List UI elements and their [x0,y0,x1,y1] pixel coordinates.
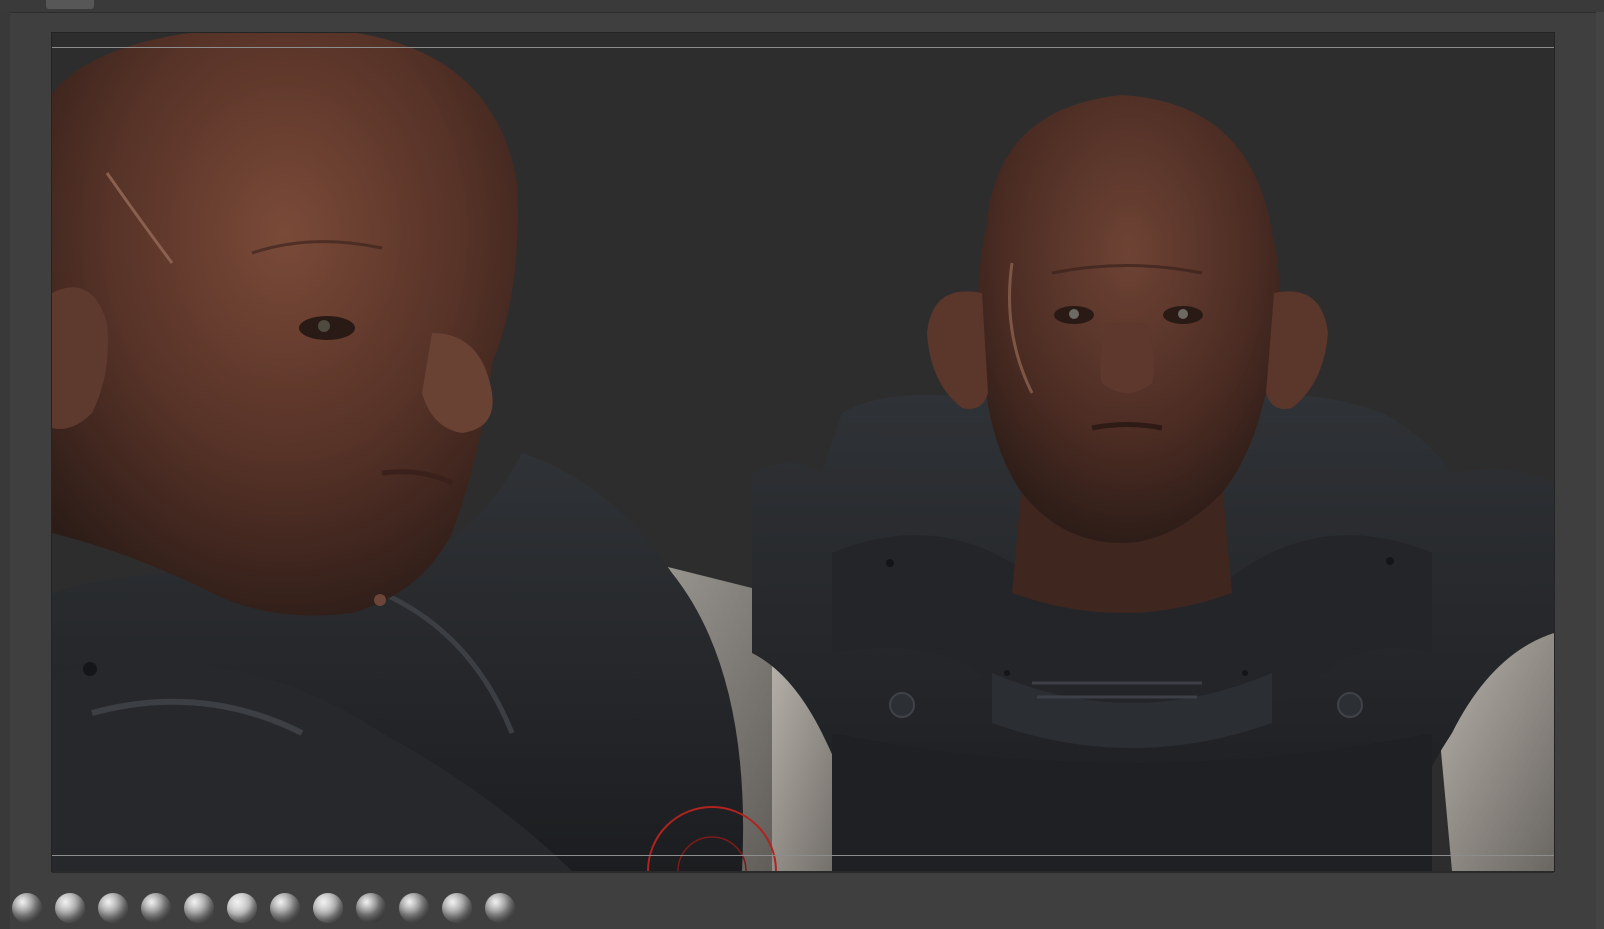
document-viewport[interactable] [52,33,1554,871]
toolbar-tab[interactable] [46,0,94,9]
matcap-sphere-icon[interactable] [442,893,472,923]
matcap-cone-icon[interactable] [141,893,171,923]
matcap-cube-icon[interactable] [399,893,429,923]
matcap-sphere-icon[interactable] [313,893,343,923]
top-toolbar-strip [0,0,1604,13]
matcap-sphere-icon[interactable] [12,893,42,923]
matcap-sphere-icon[interactable] [270,893,300,923]
frame-guide-bottom [52,855,1554,856]
matcap-flat-icon[interactable] [356,893,386,923]
material-palette [0,888,560,926]
matcap-sphere-icon[interactable] [55,893,85,923]
viewport-bottom-edge [52,871,1554,873]
matcap-sphere-icon[interactable] [227,893,257,923]
matcap-sphere-icon[interactable] [184,893,214,923]
matcap-shell-icon[interactable] [485,893,515,923]
frame-guide-top [52,47,1554,48]
left-shelf [0,12,10,929]
matcap-sphere-icon[interactable] [98,893,128,923]
right-shelf [1596,12,1604,929]
sculpt-render [52,33,1554,871]
